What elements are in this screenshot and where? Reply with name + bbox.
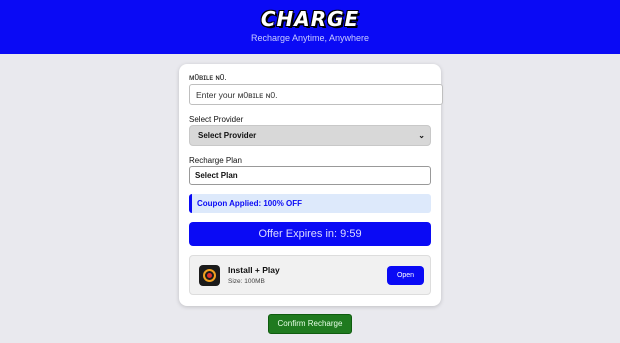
recharge-plan-field[interactable]: Select Plan	[189, 166, 431, 185]
game-app-icon	[199, 265, 220, 286]
app-promo-card: Install + Play Size: 100MB Open	[189, 255, 431, 295]
app-logo: CHARGE	[260, 7, 360, 31]
chevron-down-icon: ⌄	[418, 131, 425, 140]
provider-label: Select Provider	[189, 115, 244, 124]
header-banner: CHARGE Recharge Anytime, Anywhere	[0, 0, 620, 54]
recharge-plan-label: Recharge Plan	[189, 156, 242, 165]
tagline: Recharge Anytime, Anywhere	[250, 33, 370, 43]
mobile-number-label: ᴍ0ʙɪʟᴇ ɴ0.	[189, 73, 227, 82]
provider-select[interactable]: Select Provider ⌄	[189, 125, 431, 146]
provider-selected-value: Select Provider	[198, 131, 257, 140]
mobile-number-input[interactable]	[189, 84, 443, 105]
offer-countdown-banner: Offer Expires in: 9:59	[189, 222, 431, 246]
coupon-applied-banner: Coupon Applied: 100% OFF	[189, 194, 431, 213]
app-promo-size: Size: 100MB	[228, 278, 265, 285]
app-promo-title: Install + Play	[228, 265, 280, 275]
open-app-button[interactable]: Open	[387, 266, 424, 285]
confirm-recharge-button[interactable]: Confirm Recharge	[268, 314, 352, 334]
recharge-form-card: ᴍ0ʙɪʟᴇ ɴ0. Select Provider Select Provid…	[179, 64, 443, 306]
